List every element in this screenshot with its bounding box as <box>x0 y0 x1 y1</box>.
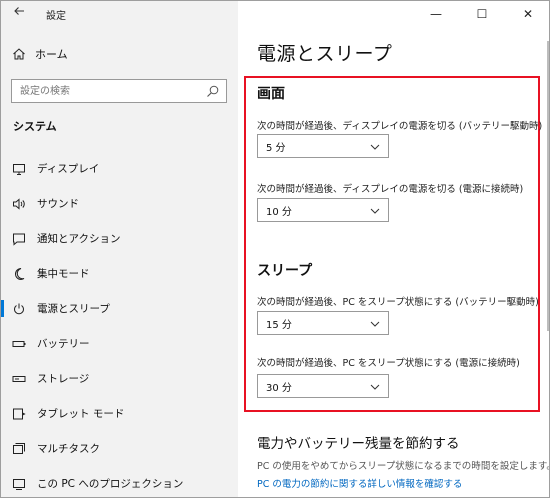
sidebar-item-storage[interactable]: ストレージ <box>1 361 238 396</box>
chevron-down-icon <box>370 142 380 152</box>
sidebar-item-label: タブレット モード <box>37 408 125 420</box>
projection-icon <box>11 476 27 492</box>
sidebar-item-label: 通知とアクション <box>37 233 121 245</box>
sleep-plugged-dropdown[interactable]: 30 分 <box>257 374 389 398</box>
speaker-icon <box>11 196 27 212</box>
sleep-battery-dropdown[interactable]: 15 分 <box>257 311 389 335</box>
sleep-battery-label: 次の時間が経過後、PC をスリープ状態にする (バッテリー駆動時) <box>257 297 539 308</box>
close-button[interactable]: ✕ <box>505 1 549 27</box>
chevron-down-icon <box>370 382 380 392</box>
sidebar-item-label: ディスプレイ <box>37 163 100 175</box>
sidebar-item-label: サウンド <box>37 198 79 210</box>
save-description: PC の使用をやめてからスリープ状態になるまでの時間を設定します。 <box>257 461 550 472</box>
sidebar-item-focus-assist[interactable]: 集中モード <box>1 256 238 291</box>
sidebar-item-projection[interactable]: この PC へのプロジェクション <box>1 466 238 497</box>
sleep-heading: スリープ <box>257 263 313 279</box>
notification-icon <box>11 231 27 247</box>
search-input[interactable] <box>12 80 202 102</box>
save-info-link[interactable]: PC の電力の節約に関する詳しい情報を確認する <box>257 476 462 490</box>
window-title: 設定 <box>46 11 66 22</box>
screen-heading: 画面 <box>257 86 285 102</box>
sidebar-item-notifications[interactable]: 通知とアクション <box>1 221 238 256</box>
chevron-down-icon <box>370 206 380 216</box>
window-controls: — ☐ ✕ <box>413 1 549 27</box>
home-icon <box>11 46 27 62</box>
tablet-icon <box>11 406 27 422</box>
save-heading: 電力やバッテリー残量を節約する <box>257 436 460 452</box>
sidebar-item-tablet-mode[interactable]: タブレット モード <box>1 396 238 431</box>
sidebar-item-home[interactable]: ホーム <box>11 44 68 64</box>
sidebar-item-home-label: ホーム <box>35 48 68 61</box>
screen-plugged-label: 次の時間が経過後、ディスプレイの電源を切る (電源に接続時) <box>257 184 524 195</box>
screen-battery-dropdown[interactable]: 5 分 <box>257 134 389 158</box>
sidebar-nav: ディスプレイ サウンド 通知とアクション 集中モード 電源とスリープ バッテリー… <box>1 151 238 497</box>
search-icon[interactable] <box>206 84 220 98</box>
screen-plugged-value: 10 分 <box>266 206 292 218</box>
sidebar-item-multitasking[interactable]: マルチタスク <box>1 431 238 466</box>
screen-battery-value: 5 分 <box>266 142 286 154</box>
sidebar-item-battery[interactable]: バッテリー <box>1 326 238 361</box>
sidebar-item-label: マルチタスク <box>37 443 100 455</box>
main-content: — ☐ ✕ 電源とスリープ 画面 次の時間が経過後、ディスプレイの電源を切る (… <box>238 1 550 497</box>
screen-plugged-dropdown[interactable]: 10 分 <box>257 198 389 222</box>
moon-icon <box>11 266 27 282</box>
chevron-down-icon <box>370 319 380 329</box>
sleep-battery-value: 15 分 <box>266 319 292 331</box>
page-title: 電源とスリープ <box>257 43 393 65</box>
back-arrow-icon[interactable] <box>11 5 27 21</box>
sleep-plugged-label: 次の時間が経過後、PC をスリープ状態にする (電源に接続時) <box>257 358 520 369</box>
settings-window: 設定 ホーム システム ディスプレイ <box>0 0 550 498</box>
minimize-button[interactable]: — <box>413 1 459 27</box>
sidebar-item-power-sleep[interactable]: 電源とスリープ <box>1 291 238 326</box>
multitask-icon <box>11 441 27 457</box>
sidebar-item-label: バッテリー <box>37 338 90 350</box>
sleep-plugged-value: 30 分 <box>266 382 292 394</box>
sidebar-item-label: この PC へのプロジェクション <box>37 478 184 490</box>
power-icon <box>11 301 27 317</box>
storage-icon <box>11 371 27 387</box>
battery-icon <box>11 336 27 352</box>
maximize-button[interactable]: ☐ <box>459 1 505 27</box>
sidebar-section-title: システム <box>13 120 57 133</box>
sidebar-item-label: ストレージ <box>37 373 90 385</box>
monitor-icon <box>11 161 27 177</box>
sidebar-item-label: 集中モード <box>37 268 90 280</box>
sidebar-item-label: 電源とスリープ <box>37 303 110 315</box>
sidebar-item-display[interactable]: ディスプレイ <box>1 151 238 186</box>
screen-battery-label: 次の時間が経過後、ディスプレイの電源を切る (バッテリー駆動時) <box>257 121 543 132</box>
search-box[interactable] <box>11 79 227 103</box>
sidebar-item-sound[interactable]: サウンド <box>1 186 238 221</box>
sidebar: 設定 ホーム システム ディスプレイ <box>1 1 238 497</box>
